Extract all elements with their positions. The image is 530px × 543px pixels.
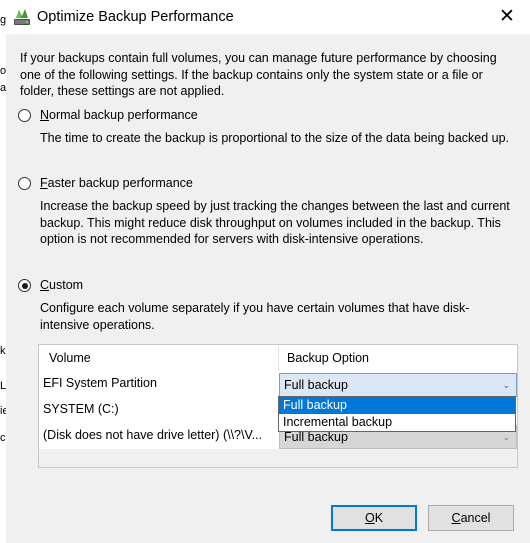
- radio-button[interactable]: [18, 109, 31, 122]
- radio-label[interactable]: Custom: [40, 278, 83, 292]
- radio-faster-performance[interactable]: Faster backup performance: [18, 176, 318, 195]
- column-divider[interactable]: [278, 345, 279, 371]
- radio-button[interactable]: [18, 177, 31, 190]
- radio-button-selected[interactable]: [18, 279, 31, 292]
- radio-label[interactable]: Normal backup performance: [40, 108, 198, 122]
- column-header-backup-option[interactable]: Backup Option: [287, 351, 369, 365]
- option-description: Increase the backup speed by just tracki…: [40, 199, 510, 246]
- radio-normal-performance[interactable]: Normal backup performance: [18, 108, 318, 127]
- intro-text: If your backups contain full volumes, yo…: [20, 51, 497, 98]
- combobox-value: Full backup: [284, 430, 348, 444]
- cancel-button[interactable]: Cancel: [428, 505, 514, 531]
- chevron-down-icon[interactable]: ⌄: [502, 380, 510, 391]
- radio-label[interactable]: Faster backup performance: [40, 176, 193, 190]
- backup-option-dropdown-list: Full backup Incremental backup: [278, 396, 516, 432]
- combobox-value: Full backup: [284, 378, 348, 392]
- table-row[interactable]: EFI System Partition Full backup ⌄: [39, 371, 517, 397]
- grid-header: Volume Backup Option: [39, 345, 517, 372]
- background-text-fragment: k: [0, 345, 6, 357]
- dropdown-option-incremental-backup[interactable]: Incremental backup: [279, 414, 515, 431]
- backup-option-combobox[interactable]: Full backup ⌄: [279, 373, 517, 397]
- backup-app-icon: [14, 9, 30, 25]
- chevron-down-icon[interactable]: ⌄: [502, 432, 510, 443]
- close-icon: ✕: [499, 6, 515, 27]
- option-description: The time to create the backup is proport…: [40, 131, 510, 145]
- close-button[interactable]: ✕: [494, 4, 520, 30]
- volume-name: (Disk does not have drive letter) (\\?\V…: [43, 428, 263, 442]
- volume-name: EFI System Partition: [43, 376, 157, 390]
- column-header-volume[interactable]: Volume: [49, 351, 91, 365]
- radio-custom[interactable]: Custom: [18, 278, 318, 297]
- window-title: Optimize Backup Performance: [37, 9, 234, 25]
- title-bar: Optimize Backup Performance ✕: [6, 0, 530, 34]
- volume-name: SYSTEM (C:): [43, 402, 119, 416]
- background-text-fragment: c: [0, 432, 6, 444]
- ok-button[interactable]: OK: [331, 505, 417, 531]
- dropdown-option-full-backup[interactable]: Full backup: [279, 397, 515, 414]
- option-description: Configure each volume separately if you …: [40, 301, 470, 332]
- optimize-backup-dialog: Optimize Backup Performance ✕ If your ba…: [6, 0, 530, 543]
